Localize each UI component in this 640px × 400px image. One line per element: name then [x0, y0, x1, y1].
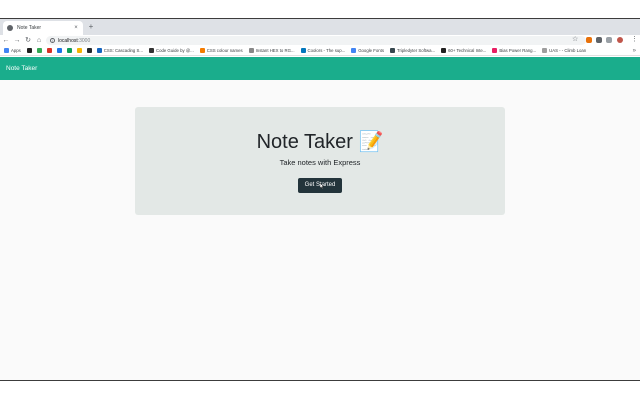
bookmark-label: Code Guide by @...	[155, 48, 194, 53]
bookmark-favicon-icon	[300, 48, 306, 53]
bookmark-item[interactable]: CSS colour names	[199, 48, 243, 53]
back-button[interactable]: ←	[1, 36, 11, 46]
profile-avatar[interactable]	[617, 37, 623, 43]
address-host: localhost	[58, 37, 78, 44]
address-bar[interactable]: i localhost:3000	[46, 36, 586, 45]
bookmark-item[interactable]: CSS: Cascading S...	[96, 48, 143, 53]
bookmark-label: 60+ Technical Inte...	[448, 48, 487, 53]
close-icon[interactable]: ×	[73, 25, 79, 31]
bookmark-label: Google Fonts	[358, 48, 384, 53]
page-subtitle: Take notes with Express	[279, 158, 361, 167]
bookmark-item[interactable]: Code Guide by @...	[148, 48, 194, 53]
bookmarks-overflow-icon[interactable]: »	[633, 46, 636, 55]
extension-icon[interactable]	[596, 37, 602, 43]
tab-title: Note Taker	[17, 25, 42, 31]
page-title: Note Taker 📝	[256, 131, 384, 153]
bookmark-label: Apps	[11, 48, 21, 53]
bookmark-label: Bias Power Rang...	[499, 48, 537, 53]
browser-menu-icon[interactable]: ⋮	[631, 35, 638, 45]
bookmark-favicon-icon	[76, 48, 82, 53]
page-content: Note Taker 📝 Take notes with Express Get…	[0, 80, 640, 380]
bookmark-favicon-icon	[36, 48, 42, 53]
bookmark-favicon-icon	[26, 48, 32, 53]
bookmark-label: Coolors - The sup...	[307, 48, 346, 53]
bookmark-favicon-icon	[4, 48, 9, 53]
navbar-brand[interactable]: Note Taker	[6, 65, 37, 72]
browser-toolbar: ← → ↻ ⌂ i localhost:3000 ☆ ⋮	[0, 35, 640, 46]
bookmark-label: CSS colour names	[206, 48, 243, 53]
bookmark-label: UAS - - Climb Loan	[549, 48, 587, 53]
mouse-cursor-icon	[320, 183, 324, 189]
forward-button[interactable]: →	[12, 36, 22, 46]
bottom-border	[0, 380, 640, 381]
bookmark-label: CSS: Cascading S...	[103, 48, 143, 53]
bookmark-favicon-icon	[351, 48, 357, 53]
bookmarks-bar: Apps CSS: Cascading S... Code Guide by @..…	[0, 46, 640, 56]
bookmark-item[interactable]	[26, 48, 34, 53]
hero-panel: Note Taker 📝 Take notes with Express Get…	[135, 107, 505, 215]
bookmark-favicon-icon	[542, 48, 548, 53]
bookmark-item[interactable]: Coolors - The sup...	[300, 48, 346, 53]
app-navbar: Note Taker	[0, 57, 640, 80]
bookmark-item[interactable]	[76, 48, 84, 53]
bookmark-favicon-icon	[86, 48, 92, 53]
reload-button[interactable]: ↻	[23, 36, 33, 46]
bookmark-item[interactable]: Google Fonts	[351, 48, 384, 53]
bookmark-item[interactable]: Tripledyter Softwa...	[390, 48, 435, 53]
bookmark-item[interactable]	[36, 48, 44, 53]
bookmark-item[interactable]: Apps	[4, 48, 21, 53]
bookmark-item[interactable]	[56, 48, 64, 53]
bookmark-item[interactable]	[46, 48, 54, 53]
bookmark-item[interactable]: Bias Power Rang...	[492, 48, 536, 53]
bookmark-favicon-icon	[46, 48, 52, 53]
bookmark-favicon-icon	[492, 48, 498, 53]
info-icon[interactable]: i	[50, 38, 55, 43]
bookmark-favicon-icon	[66, 48, 72, 53]
new-tab-button[interactable]: +	[86, 22, 96, 32]
bookmark-item[interactable]: 60+ Technical Inte...	[441, 48, 486, 53]
bookmark-item[interactable]	[66, 48, 74, 53]
browser-tab[interactable]: Note Taker ×	[3, 21, 83, 35]
address-port: :3000	[77, 37, 91, 44]
screenshot-frame: Note Taker × + ← → ↻ ⌂ i localhost:3000 …	[0, 0, 640, 400]
bookmark-favicon-icon	[56, 48, 62, 53]
bookmark-favicon-icon	[199, 48, 205, 53]
bookmark-star-icon[interactable]: ☆	[572, 35, 578, 45]
bookmark-item[interactable]	[86, 48, 94, 53]
bookmark-label: Instant HEX to RG...	[255, 48, 295, 53]
bookmark-favicon-icon	[390, 48, 395, 53]
bookmark-item[interactable]: UAS - - Climb Loan	[542, 48, 586, 53]
browser-tab-strip: Note Taker × +	[0, 19, 640, 35]
globe-icon	[7, 25, 13, 31]
bookmark-item[interactable]: Instant HEX to RG...	[248, 48, 295, 53]
bookmark-favicon-icon	[248, 48, 254, 53]
home-button[interactable]: ⌂	[34, 36, 44, 46]
extension-icon[interactable]	[586, 37, 592, 43]
bookmark-label: Tripledyter Softwa...	[397, 48, 436, 53]
bookmark-favicon-icon	[148, 48, 154, 53]
extension-icon[interactable]	[606, 37, 612, 43]
bookmark-favicon-icon	[441, 48, 447, 53]
bookmark-favicon-icon	[96, 48, 102, 53]
